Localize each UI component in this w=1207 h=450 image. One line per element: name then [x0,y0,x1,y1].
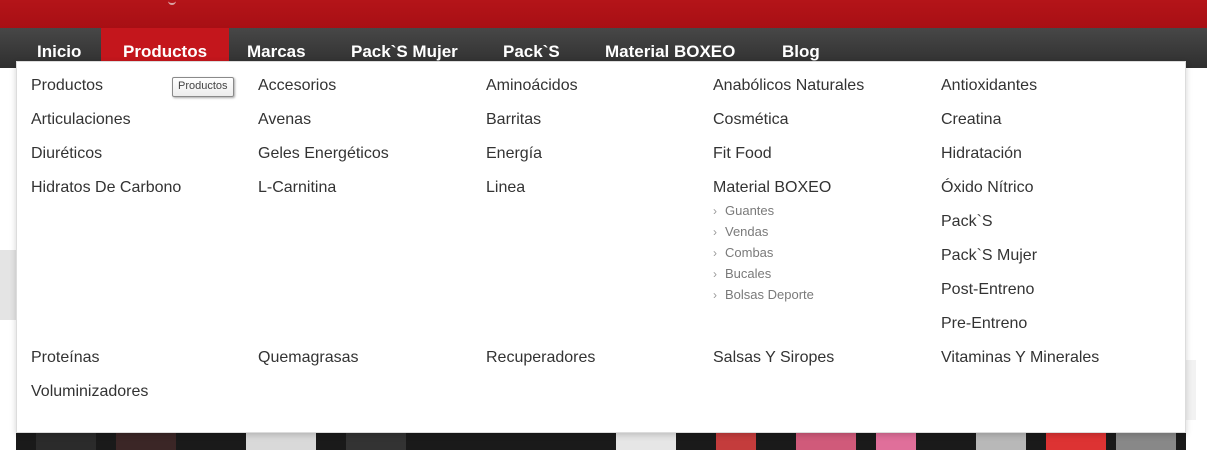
menu-item-pre-entreno[interactable]: Pre-Entreno [941,314,1027,334]
chevron-right-icon: › [713,267,717,281]
logo-fragment [168,0,176,5]
menu-item-antioxidantes[interactable]: Antioxidantes [941,76,1037,96]
menu-item-l-carnitina[interactable]: L-Carnitina [258,178,336,198]
submenu-label: Guantes [725,203,775,218]
menu-item-proteinas[interactable]: Proteínas [31,348,99,368]
menu-item-fit-food[interactable]: Fit Food [713,144,772,164]
menu-item-avenas[interactable]: Avenas [258,110,311,130]
menu-item-vitaminas[interactable]: Vitaminas Y Minerales [941,348,1099,368]
submenu-item-guantes[interactable]: › Guantes [713,203,774,219]
menu-item-anabolicos[interactable]: Anabólicos Naturales [713,76,864,96]
menu-item-salsas[interactable]: Salsas Y Siropes [713,348,834,368]
chevron-right-icon: › [713,204,717,218]
submenu-label: Bolsas Deporte [725,287,814,302]
menu-item-packs[interactable]: Pack`S [941,212,993,232]
chevron-right-icon: › [713,225,717,239]
background-panel-right [1186,360,1196,420]
submenu-label: Vendas [725,224,769,239]
menu-item-cosmetica[interactable]: Cosmética [713,110,789,130]
menu-item-voluminizadores[interactable]: Voluminizadores [31,382,148,402]
menu-item-accesorios[interactable]: Accesorios [258,76,336,96]
submenu-item-bolsas-deporte[interactable]: › Bolsas Deporte [713,287,814,303]
header-bar [0,0,1207,28]
menu-item-quemagrasas[interactable]: Quemagrasas [258,348,359,368]
menu-item-hidratos[interactable]: Hidratos De Carbono [31,178,181,198]
submenu-label: Bucales [725,266,772,281]
chevron-right-icon: › [713,246,717,260]
menu-item-linea[interactable]: Linea [486,178,525,198]
menu-item-creatina[interactable]: Creatina [941,110,1001,130]
menu-item-energia[interactable]: Energía [486,144,542,164]
submenu-item-vendas[interactable]: › Vendas [713,224,768,240]
submenu-item-bucales[interactable]: › Bucales [713,266,771,282]
menu-item-geles[interactable]: Geles Energéticos [258,144,389,164]
menu-item-oxido-nitrico[interactable]: Óxido Nítrico [941,178,1033,198]
menu-item-material-boxeo[interactable]: Material BOXEO [713,178,831,198]
chevron-right-icon: › [713,288,717,302]
submenu-label: Combas [725,245,774,260]
menu-item-aminoacidos[interactable]: Aminoácidos [486,76,578,96]
submenu-item-combas[interactable]: › Combas [713,245,773,261]
menu-item-hidratacion[interactable]: Hidratación [941,144,1022,164]
menu-item-articulaciones[interactable]: Articulaciones [31,110,131,130]
menu-item-diureticos[interactable]: Diuréticos [31,144,102,164]
menu-item-barritas[interactable]: Barritas [486,110,541,130]
menu-item-packs-mujer[interactable]: Pack`S Mujer [941,246,1037,266]
products-mega-menu: Productos Articulaciones Diuréticos Hidr… [16,61,1186,433]
menu-item-productos[interactable]: Productos [31,76,103,96]
background-panel [0,250,16,320]
tooltip: Productos [172,77,234,97]
product-banner-strip [16,430,1186,450]
menu-item-post-entreno[interactable]: Post-Entreno [941,280,1034,300]
menu-item-recuperadores[interactable]: Recuperadores [486,348,595,368]
